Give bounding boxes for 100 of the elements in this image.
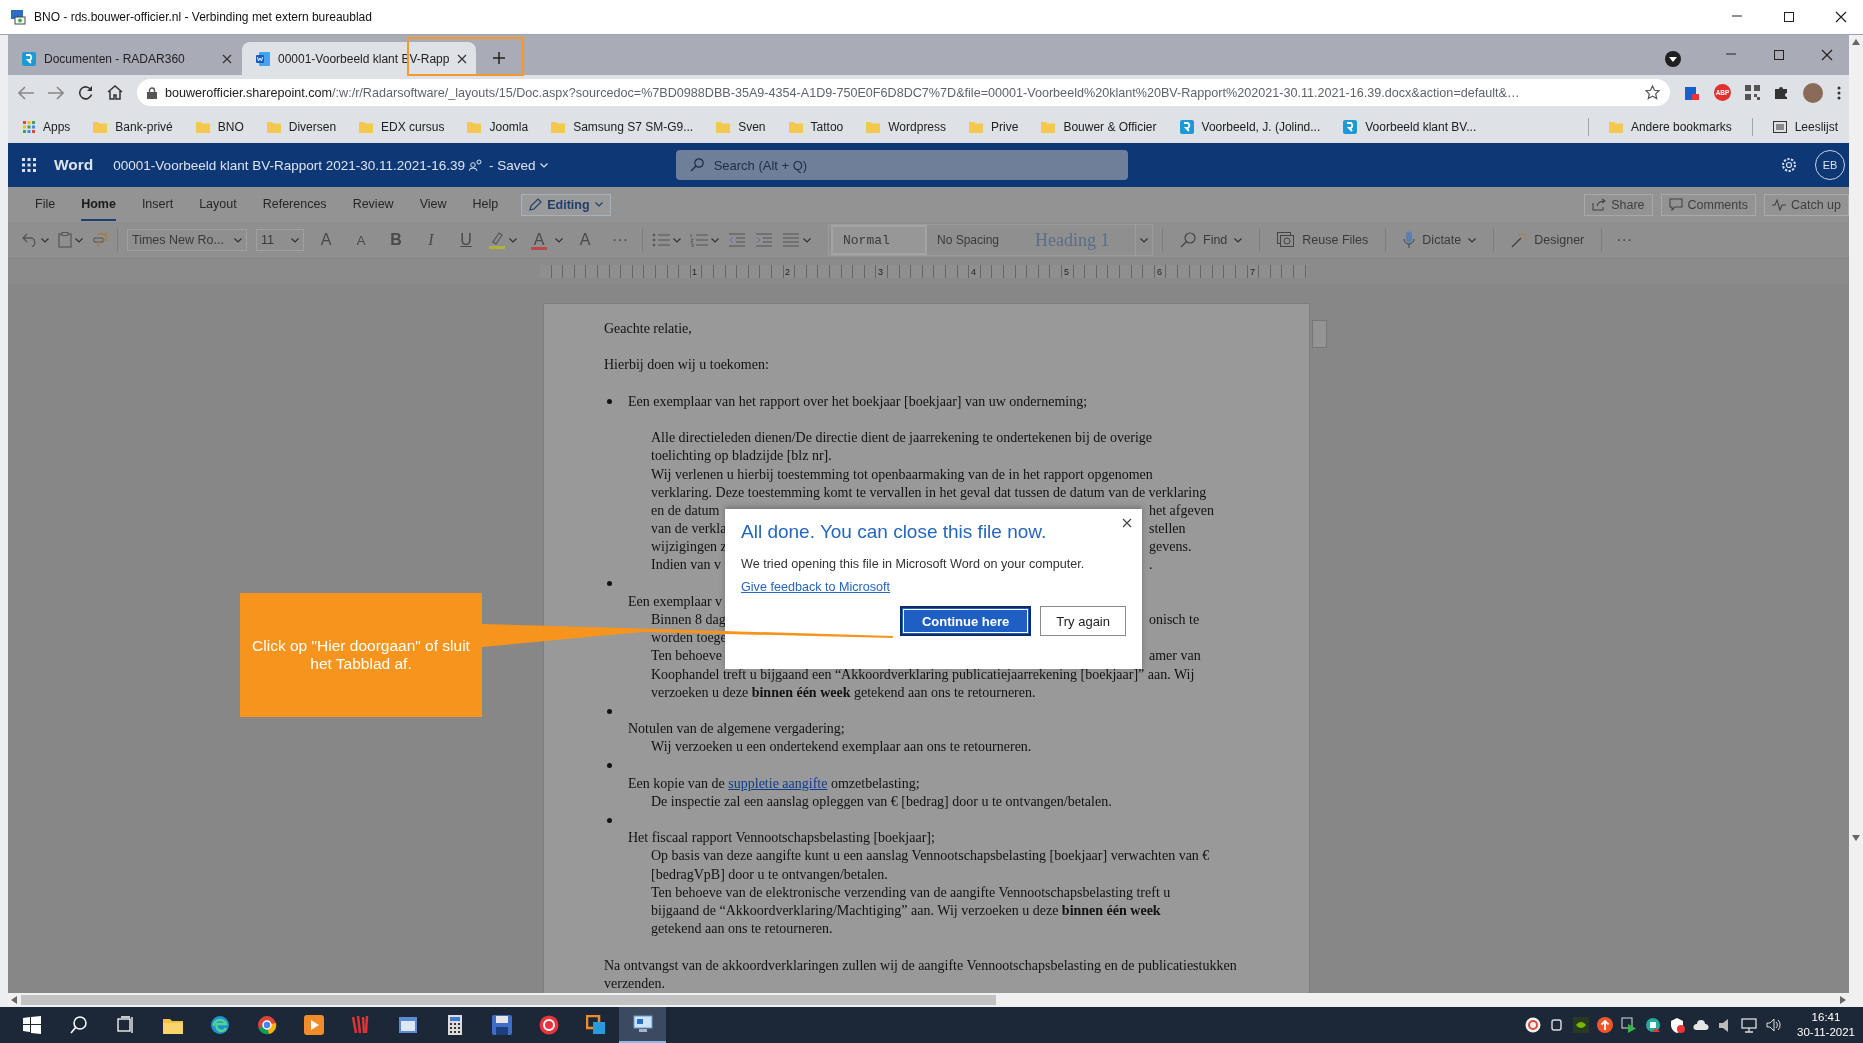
- style-option[interactable]: Normal: [831, 225, 927, 255]
- ribbon-tool-button[interactable]: Dictate: [1395, 231, 1485, 249]
- scroll-right-icon[interactable]: [1840, 996, 1846, 1004]
- style-option[interactable]: No Spacing: [927, 227, 1025, 253]
- font-size-field[interactable]: 11: [256, 229, 304, 251]
- bold-button[interactable]: B: [383, 228, 409, 252]
- chevron-down-icon[interactable]: [234, 237, 242, 243]
- puzzle-piece-icon[interactable]: [1774, 85, 1789, 100]
- site-icon[interactable]: [22, 51, 36, 66]
- font-color-button[interactable]: A: [526, 228, 552, 252]
- bookmark[interactable]: Bouwer & Officier: [1038, 117, 1160, 136]
- comment-icon[interactable]: [1668, 198, 1683, 211]
- apps-grid-icon[interactable]: [23, 120, 35, 133]
- browser-icon[interactable]: [209, 1015, 230, 1035]
- forward-arrow-icon[interactable]: [48, 85, 64, 100]
- scroll-left-icon[interactable]: [11, 996, 17, 1004]
- task-view-icon[interactable]: [116, 1016, 135, 1034]
- bookmark[interactable]: Diversen: [263, 117, 340, 136]
- ribbon-tab[interactable]: Help: [472, 188, 499, 221]
- chevron-down-icon[interactable]: [673, 237, 681, 243]
- upload-arrow-icon[interactable]: [1597, 1017, 1613, 1033]
- tab-search-button[interactable]: [1665, 51, 1681, 67]
- bookmark[interactable]: Prive: [966, 117, 1022, 136]
- play-icon[interactable]: [303, 1015, 324, 1035]
- document-link[interactable]: suppletie aangifte: [728, 775, 828, 791]
- caret-icon[interactable]: [1669, 56, 1677, 62]
- chevron-down-icon[interactable]: [555, 237, 563, 243]
- comment-marker[interactable]: [1312, 320, 1327, 348]
- more-button[interactable]: ···: [607, 228, 633, 252]
- search-field[interactable]: Search (Alt + Q): [675, 150, 1128, 180]
- graphics-card-icon[interactable]: [1573, 1017, 1589, 1033]
- home-icon[interactable]: [107, 85, 123, 100]
- bookmark[interactable]: BNO: [192, 117, 247, 136]
- chevron-down-icon[interactable]: [291, 237, 299, 243]
- bookmark[interactable]: Joomla: [464, 117, 532, 136]
- bookmark[interactable]: Bank-privé: [90, 117, 176, 136]
- reload-icon[interactable]: [78, 85, 93, 100]
- chevron-down-icon[interactable]: [1234, 237, 1243, 243]
- ribbon-tab[interactable]: References: [262, 188, 327, 221]
- ribbon-tab[interactable]: Review: [352, 188, 394, 221]
- bookmark[interactable]: Apps: [20, 117, 74, 136]
- ribbon-action-button[interactable]: Catch up: [1763, 193, 1849, 216]
- app-launcher-icon[interactable]: [22, 158, 36, 172]
- ribbon-tab[interactable]: View: [419, 188, 447, 221]
- chevron-down-icon[interactable]: [1468, 237, 1477, 243]
- profile-avatar[interactable]: [1803, 82, 1823, 103]
- chevron-down-icon[interactable]: [509, 237, 517, 243]
- feedback-link[interactable]: Give feedback to Microsoft: [741, 580, 891, 594]
- address-bar[interactable]: [137, 79, 1670, 106]
- books-icon[interactable]: [350, 1015, 371, 1035]
- save-status[interactable]: - Saved: [489, 157, 536, 173]
- status-app-icon[interactable]: [1645, 1017, 1661, 1033]
- bookmark[interactable]: Andere bookmarks: [1605, 117, 1735, 136]
- overlapping-windows-icon[interactable]: [585, 1015, 606, 1035]
- underline-button[interactable]: U: [453, 228, 479, 252]
- maximize-icon[interactable]: [1773, 49, 1785, 61]
- document-title[interactable]: 00001-Voorbeeld klant BV-Rapport 2021-30.11.2021-16.39: [113, 157, 466, 173]
- ribbon-tool-button[interactable]: Designer: [1503, 232, 1593, 248]
- ribbon-tab[interactable]: Insert: [141, 188, 174, 221]
- close-icon[interactable]: [457, 53, 468, 64]
- chevron-down-icon[interactable]: [594, 202, 603, 207]
- chevron-down-icon[interactable]: [711, 237, 719, 243]
- plus-icon[interactable]: [493, 52, 505, 64]
- share-icon[interactable]: [1592, 198, 1607, 211]
- grow-font-button[interactable]: A: [313, 228, 339, 252]
- site-icon[interactable]: [1343, 119, 1358, 134]
- folder-icon[interactable]: [162, 1016, 183, 1034]
- extension-icon[interactable]: [1684, 84, 1700, 101]
- reading-list-icon[interactable]: [1772, 120, 1787, 133]
- cloud-icon[interactable]: [1693, 1017, 1709, 1033]
- remote-desktop-icon[interactable]: [632, 1014, 653, 1034]
- dialog-button[interactable]: Continue here: [899, 606, 1032, 636]
- windows-play-icon[interactable]: [1621, 1017, 1637, 1033]
- scrollbar-thumb[interactable]: [21, 995, 996, 1005]
- app-circle-icon[interactable]: [1525, 1017, 1541, 1033]
- ribbon-tab[interactable]: File: [35, 188, 56, 221]
- chevron-down-icon[interactable]: [41, 237, 49, 243]
- ribbon-tab[interactable]: Layout: [199, 188, 237, 221]
- document-icon[interactable]: [256, 51, 270, 66]
- magic-wand-icon[interactable]: [1511, 232, 1528, 248]
- chevron-down-icon[interactable]: [75, 237, 83, 243]
- star-icon[interactable]: [1645, 85, 1660, 100]
- search-icon[interactable]: [69, 1016, 88, 1034]
- undo-icon[interactable]: [22, 233, 38, 247]
- activity-icon[interactable]: [1771, 198, 1786, 211]
- bookmark[interactable]: EDX cursus: [356, 117, 448, 136]
- bookmark[interactable]: Samsung S7 SM-G9...: [548, 117, 697, 136]
- close-icon[interactable]: [1821, 49, 1833, 61]
- dialog-button[interactable]: Try again: [1040, 606, 1126, 636]
- scroll-up-icon[interactable]: [1852, 39, 1860, 45]
- clipboard-icon[interactable]: [58, 232, 72, 248]
- taskbar-clock[interactable]: 16:41 30-11-2021: [1797, 1010, 1855, 1040]
- bookmark[interactable]: Voorbeeld klant BV...: [1340, 117, 1480, 136]
- bullet-list-icon[interactable]: [652, 233, 670, 247]
- chevron-down-icon[interactable]: [1140, 237, 1148, 243]
- menu-icon[interactable]: [1837, 85, 1841, 100]
- shield-icon[interactable]: [1669, 1017, 1685, 1033]
- bookmark[interactable]: Wordpress: [863, 117, 950, 136]
- close-icon[interactable]: [1835, 11, 1847, 23]
- bookmark[interactable]: Leeslijst: [1769, 117, 1841, 136]
